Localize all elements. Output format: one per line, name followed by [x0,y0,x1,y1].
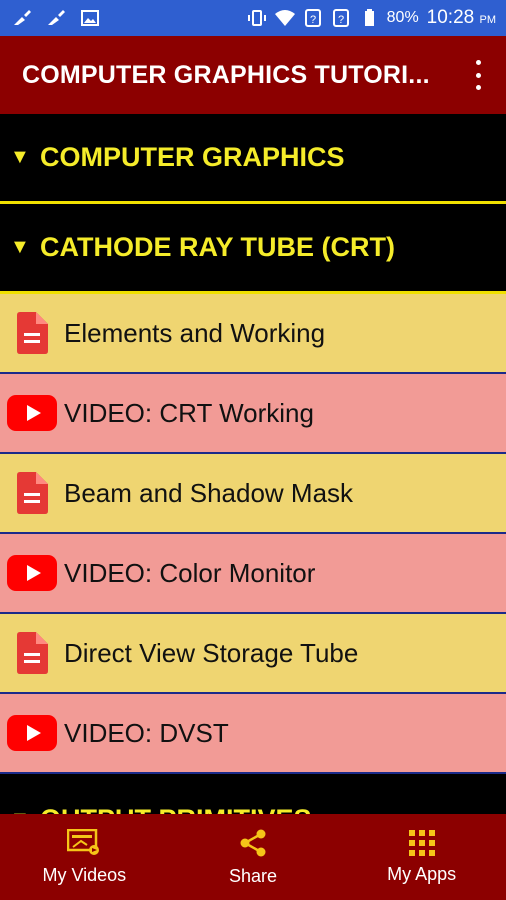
document-icon [0,631,64,675]
section-label: COMPUTER GRAPHICS [40,142,345,172]
app-bar: COMPUTER GRAPHICS TUTORI... [0,36,506,114]
youtube-play-icon [0,714,64,752]
expand-arrow-icon: ▼ [10,236,30,258]
document-icon [0,311,64,355]
document-icon [0,471,64,515]
section-computer-graphics[interactable]: ▼ COMPUTER GRAPHICS [0,114,506,204]
clock: 10:28 PM [427,7,496,29]
item-label: VIDEO: CRT Working [64,397,314,428]
section-cathode-ray-tube[interactable]: ▼ CATHODE RAY TUBE (CRT) [0,204,506,294]
svg-text:?: ? [310,14,316,26]
section-output-primitives[interactable]: ▼ OUTPUT PRIMITIVES [0,774,506,814]
list-item-video-dvst[interactable]: VIDEO: DVST [0,694,506,774]
list-item-elements-and-working[interactable]: Elements and Working [0,294,506,374]
broom-notification-icon [48,10,65,25]
nav-my-apps[interactable]: My Apps [337,814,506,900]
nav-share[interactable]: Share [169,814,338,900]
nav-label: My Apps [387,863,457,884]
clock-time: 10:28 [426,7,475,28]
wifi-icon [274,10,295,26]
share-icon [240,829,266,856]
video-library-icon [67,828,100,855]
item-label: VIDEO: DVST [64,717,229,748]
item-label: VIDEO: Color Monitor [64,557,316,588]
broom-notification-icon [14,10,31,25]
section-label: OUTPUT PRIMITIVES [40,804,312,815]
item-label: Elements and Working [64,317,326,348]
youtube-play-icon [0,554,64,592]
youtube-play-icon [0,394,64,432]
nav-my-videos[interactable]: My Videos [0,814,169,900]
clock-ampm: PM [479,14,497,26]
section-label: CATHODE RAY TUBE (CRT) [40,232,396,262]
item-label: Direct View Storage Tube [64,637,359,668]
bottom-navigation: My Videos Share My Apps [0,814,506,900]
list-item-video-color-monitor[interactable]: VIDEO: Color Monitor [0,534,506,614]
expand-arrow-icon: ▼ [10,146,30,168]
app-title: COMPUTER GRAPHICS TUTORI... [22,60,430,89]
content-list[interactable]: ▼ COMPUTER GRAPHICS ▼ CATHODE RAY TUBE (… [0,114,506,814]
list-item-video-crt-working[interactable]: VIDEO: CRT Working [0,374,506,454]
image-notification-icon [81,10,99,26]
apps-grid-icon [408,829,435,856]
signal-sim1-icon: ? [304,9,321,27]
list-item-beam-and-shadow-mask[interactable]: Beam and Shadow Mask [0,454,506,534]
nav-label: My Videos [42,864,127,885]
list-item-direct-view-storage-tube[interactable]: Direct View Storage Tube [0,614,506,694]
battery-icon [364,9,374,26]
svg-text:?: ? [338,14,344,26]
status-bar: ? ? 80% 10:28 PM [0,0,506,36]
vibrate-icon [247,10,266,26]
item-label: Beam and Shadow Mask [64,477,354,508]
overflow-menu-icon[interactable] [468,60,488,90]
nav-label: Share [228,865,278,886]
signal-sim2-icon: ? [332,9,349,27]
battery-percentage: 80% [386,9,419,26]
